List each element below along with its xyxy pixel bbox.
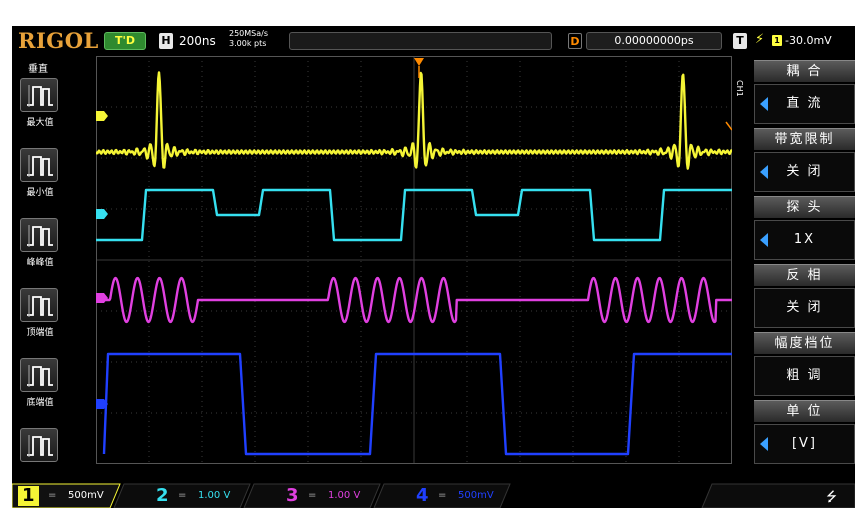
- ch4-waveform: [102, 352, 732, 456]
- pulse-measure-icon: [20, 358, 58, 392]
- pulse-measure-icon: [20, 218, 58, 252]
- pulse-measure-icon: [20, 288, 58, 322]
- menu-section-title: 反 相: [754, 264, 855, 286]
- measurement-label: 最小值: [26, 188, 54, 198]
- arrow-left-icon: [760, 233, 768, 247]
- arrow-left-icon: [760, 165, 768, 179]
- trigger-source-badge: 1: [772, 35, 782, 46]
- measurement-item[interactable]: 顶端值: [17, 288, 63, 348]
- usb-icon: ⭍: [826, 490, 837, 505]
- measurement-item[interactable]: 最大值: [17, 78, 63, 138]
- measurement-panel-title: 垂直: [28, 64, 48, 75]
- measurement-item[interactable]: 底端值: [17, 358, 63, 418]
- channel-tab-3[interactable]: 3 = 1.00 V: [272, 486, 382, 506]
- menu-option-button[interactable]: 关 闭: [754, 288, 855, 328]
- menu-option-button[interactable]: [V]: [754, 424, 855, 464]
- menu-side-strip: CH1: [732, 56, 752, 486]
- memory-position-bar[interactable]: [289, 32, 552, 50]
- trigger-tag: T: [733, 33, 747, 49]
- measurement-item[interactable]: 峰峰值: [17, 218, 63, 278]
- menu-section-title: 幅度档位: [754, 332, 855, 354]
- menu-option-value: 直 流: [786, 96, 823, 111]
- time-scale[interactable]: 200ns: [179, 33, 216, 49]
- menu-option-button[interactable]: 1X: [754, 220, 855, 260]
- delay-tag: D: [568, 33, 582, 49]
- measurement-label: 最大值: [26, 118, 54, 128]
- menu-option-value: 1X: [793, 232, 816, 247]
- channel-scale: 1.00 V: [328, 490, 361, 501]
- channel-menu: CH1 耦 合直 流带宽限制关 闭探 头 1X 反 相关 闭幅度档位粗 调单 位 [V…: [732, 56, 855, 486]
- menu-section-title: 耦 合: [754, 60, 855, 82]
- dc-coupling-icon: =: [438, 490, 447, 501]
- sample-rate: 250MSa/s: [229, 29, 269, 38]
- menu-channel-label: CH1: [735, 80, 744, 97]
- pulse-measure-icon: [20, 78, 58, 112]
- channel-tab-2[interactable]: 2 = 1.00 V: [142, 486, 252, 506]
- channel-number: 2: [156, 485, 169, 506]
- arrow-left-icon: [760, 437, 768, 451]
- memory-depth: 3.00k pts: [229, 39, 267, 48]
- channel-1-offset-marker: [96, 111, 108, 121]
- measurement-label: 峰峰值: [26, 258, 54, 268]
- measurement-label: 顶端值: [26, 328, 54, 338]
- channel-status-bar: 1 = 500mV 2 = 1.00 V 3 = 1.00 V 4 = 500mV ⭍: [12, 464, 855, 508]
- menu-section-title: 单 位: [754, 400, 855, 422]
- menu-option-value: 粗 调: [786, 368, 823, 383]
- menu-option-value: 关 闭: [786, 164, 823, 179]
- trigger-position-marker: [414, 58, 424, 66]
- channel-scale: 1.00 V: [198, 490, 231, 501]
- dc-coupling-icon: =: [178, 490, 187, 501]
- pulse-measure-icon: [20, 428, 58, 462]
- channel-number: 4: [416, 485, 429, 506]
- channel-scale: 500mV: [68, 490, 104, 501]
- measurement-item[interactable]: 最小值: [17, 148, 63, 208]
- menu-option-button[interactable]: 直 流: [754, 84, 855, 124]
- pulse-measure-icon: [20, 148, 58, 182]
- waveform-grid: [96, 56, 732, 464]
- menu-section-title: 探 头: [754, 196, 855, 218]
- trigger-level[interactable]: -30.0mV: [785, 33, 832, 49]
- channel-number: 1: [18, 486, 39, 506]
- dc-coupling-icon: =: [48, 490, 57, 501]
- channel-2-offset-marker: [96, 209, 108, 219]
- rising-edge-icon: ⚡: [755, 32, 765, 47]
- dc-coupling-icon: =: [308, 490, 317, 501]
- trigger-status: T'D: [104, 32, 146, 50]
- menu-option-value: [V]: [791, 436, 818, 451]
- menu-option-button[interactable]: 粗 调: [754, 356, 855, 396]
- oscilloscope-screen: RIGOL T'D H 200ns 250MSa/s 3.00k pts D 0…: [0, 0, 865, 518]
- delay-value[interactable]: 0.00000000ps: [586, 32, 722, 50]
- acquisition-info: 250MSa/s 3.00k pts: [229, 29, 268, 49]
- channel-3-offset-marker: [96, 293, 108, 303]
- channel-number: 3: [286, 485, 299, 506]
- channel-tab-1[interactable]: 1 = 500mV: [12, 486, 122, 506]
- measurement-panel: 垂直 最大值最小值峰峰值顶端值底端值幅度: [12, 56, 96, 486]
- waveform-display: [96, 56, 732, 464]
- top-status-bar: RIGOL T'D H 200ns 250MSa/s 3.00k pts D 0…: [12, 26, 855, 56]
- menu-option-button[interactable]: 关 闭: [754, 152, 855, 192]
- horizontal-tag: H: [159, 33, 173, 49]
- channel-scale: 500mV: [458, 490, 494, 501]
- arrow-left-icon: [760, 97, 768, 111]
- menu-section-title: 带宽限制: [754, 128, 855, 150]
- brand-logo: RIGOL: [18, 28, 99, 53]
- menu-option-value: 关 闭: [786, 300, 823, 315]
- measurement-label: 底端值: [26, 398, 54, 408]
- channel-tab-4[interactable]: 4 = 500mV: [402, 486, 512, 506]
